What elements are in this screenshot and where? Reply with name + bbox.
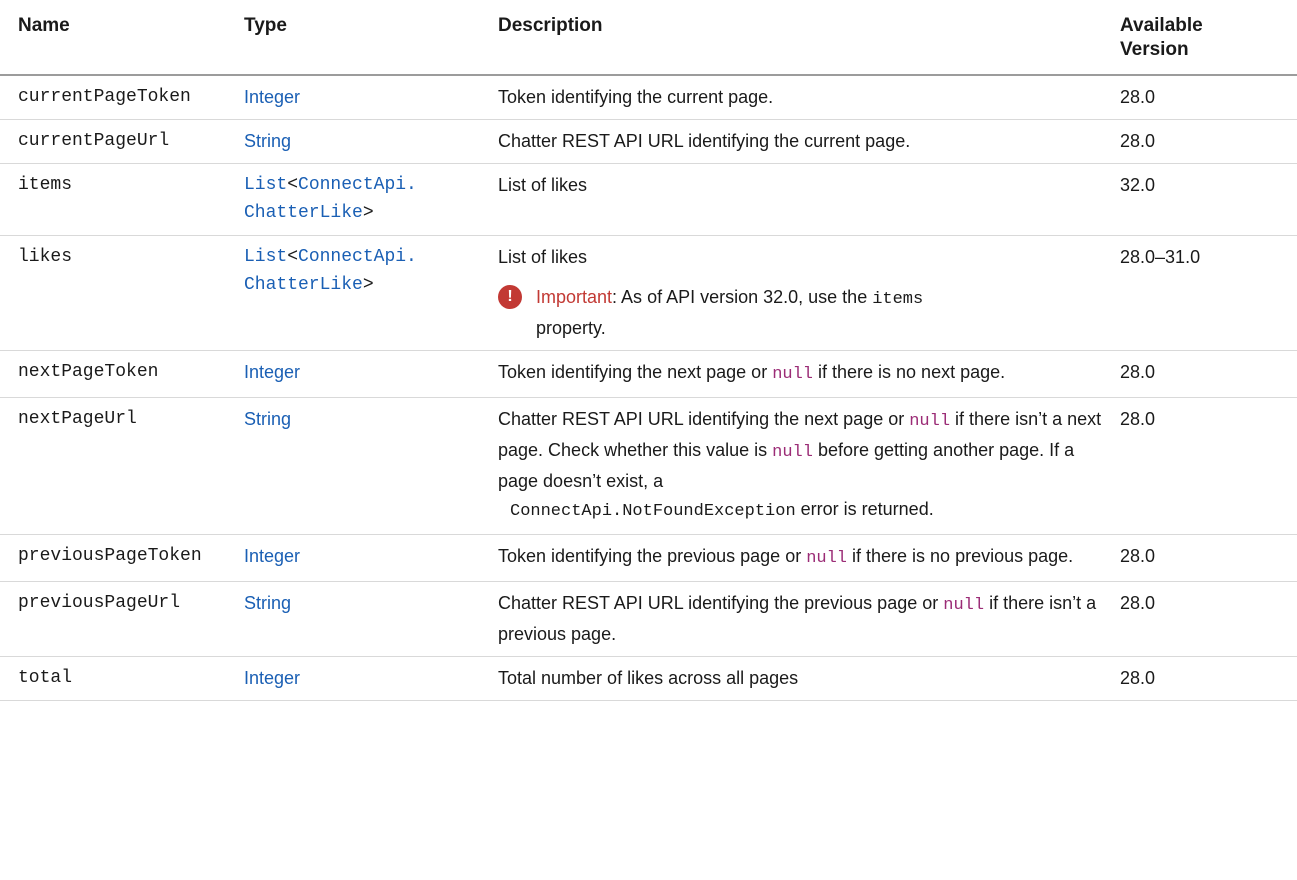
important-note: ! Important: As of API version 32.0, use… bbox=[498, 283, 1104, 342]
property-description: Token identifying the previous page or n… bbox=[482, 534, 1112, 582]
type-link-list[interactable]: List bbox=[244, 247, 287, 267]
important-text-end: property. bbox=[536, 318, 606, 338]
type-angle-close: > bbox=[362, 203, 374, 223]
type-link[interactable]: Integer bbox=[244, 362, 300, 382]
property-description: Chatter REST API URL identifying the pre… bbox=[482, 581, 1112, 657]
type-link[interactable]: Integer bbox=[244, 546, 300, 566]
description-text: error is returned. bbox=[795, 499, 934, 519]
property-type: String bbox=[226, 581, 482, 657]
property-name: currentPageToken bbox=[0, 75, 226, 120]
type-angle-open: < bbox=[287, 175, 299, 195]
header-description: Description bbox=[482, 0, 1112, 76]
property-type: Integer bbox=[226, 534, 482, 582]
type-link[interactable]: Integer bbox=[244, 87, 300, 107]
property-description: Total number of likes across all pages bbox=[482, 656, 1112, 701]
property-version: 28.0 bbox=[1112, 397, 1297, 535]
type-angle-close: > bbox=[362, 275, 374, 295]
type-link-connectapi[interactable]: ConnectApi. bbox=[298, 175, 417, 195]
property-version: 28.0 bbox=[1112, 75, 1297, 120]
null-code: null bbox=[772, 443, 813, 462]
table-header-row: Name Type Description Available Version bbox=[0, 0, 1297, 76]
table-row: previousPageToken Integer Token identify… bbox=[0, 534, 1297, 582]
property-name: total bbox=[0, 656, 226, 701]
property-type: Integer bbox=[226, 350, 482, 398]
type-link[interactable]: String bbox=[244, 409, 291, 429]
property-type: Integer bbox=[226, 656, 482, 701]
null-code: null bbox=[909, 412, 951, 431]
property-version: 28.0 bbox=[1112, 350, 1297, 398]
table-row: likes List<ConnectApi. ChatterLike> List … bbox=[0, 235, 1297, 351]
description-text: if there is no previous page. bbox=[847, 546, 1074, 566]
property-name: currentPageUrl bbox=[0, 119, 226, 164]
important-text: : As of API version 32.0, use the bbox=[612, 287, 873, 307]
property-description: Token identifying the current page. bbox=[482, 75, 1112, 120]
type-link[interactable]: Integer bbox=[244, 668, 300, 688]
table-row: nextPageUrl String Chatter REST API URL … bbox=[0, 397, 1297, 535]
table-row: nextPageToken Integer Token identifying … bbox=[0, 350, 1297, 398]
property-type: String bbox=[226, 119, 482, 164]
type-link-connectapi[interactable]: ConnectApi. bbox=[298, 247, 417, 267]
null-code: null bbox=[943, 596, 985, 615]
type-link-list[interactable]: List bbox=[244, 175, 287, 195]
description-text: List of likes bbox=[498, 247, 588, 267]
property-name: nextPageToken bbox=[0, 350, 226, 398]
type-link[interactable]: String bbox=[244, 593, 291, 613]
header-available-version: Available Version bbox=[1112, 0, 1297, 76]
property-type: List<ConnectApi. ChatterLike> bbox=[226, 163, 482, 236]
description-text: Token identifying the next page or bbox=[498, 362, 773, 382]
property-name: likes bbox=[0, 235, 226, 351]
property-name: previousPageToken bbox=[0, 534, 226, 582]
warning-circle-icon: ! bbox=[498, 285, 522, 309]
property-version: 28.0 bbox=[1112, 581, 1297, 657]
property-name: items bbox=[0, 163, 226, 236]
header-name: Name bbox=[0, 0, 226, 76]
table-row: currentPageUrl String Chatter REST API U… bbox=[0, 119, 1297, 164]
type-link[interactable]: String bbox=[244, 131, 291, 151]
description-text: Chatter REST API URL identifying the nex… bbox=[498, 409, 910, 429]
property-version: 32.0 bbox=[1112, 163, 1297, 236]
header-version-line2: Version bbox=[1120, 39, 1189, 60]
property-type: String bbox=[226, 397, 482, 535]
property-description: List of likes ! Important: As of API ver… bbox=[482, 235, 1112, 351]
property-type: Integer bbox=[226, 75, 482, 120]
exception-code: ConnectApi.NotFoundException bbox=[510, 502, 796, 521]
property-description: List of likes bbox=[482, 163, 1112, 236]
property-name: previousPageUrl bbox=[0, 581, 226, 657]
description-text: if there is no next page. bbox=[813, 362, 1006, 382]
table-row: items List<ConnectApi. ChatterLike> List … bbox=[0, 163, 1297, 236]
important-body: Important: As of API version 32.0, use t… bbox=[536, 283, 923, 342]
property-description: Token identifying the next page or null … bbox=[482, 350, 1112, 398]
null-code: null bbox=[806, 549, 848, 568]
type-angle-open: < bbox=[287, 247, 299, 267]
type-link-chatterlike[interactable]: ChatterLike bbox=[244, 275, 363, 295]
type-link-chatterlike[interactable]: ChatterLike bbox=[244, 203, 363, 223]
description-text: Chatter REST API URL identifying the pre… bbox=[498, 593, 944, 613]
properties-table: Name Type Description Available Version c… bbox=[0, 0, 1297, 701]
property-version: 28.0 bbox=[1112, 534, 1297, 582]
property-version: 28.0–31.0 bbox=[1112, 235, 1297, 351]
important-label: Important bbox=[536, 287, 613, 307]
important-code: items bbox=[872, 290, 924, 309]
property-name: nextPageUrl bbox=[0, 397, 226, 535]
table-row: previousPageUrl String Chatter REST API … bbox=[0, 581, 1297, 657]
property-version: 28.0 bbox=[1112, 656, 1297, 701]
header-type: Type bbox=[226, 0, 482, 76]
property-type: List<ConnectApi. ChatterLike> bbox=[226, 235, 482, 351]
header-version-line1: Available bbox=[1120, 15, 1203, 36]
null-code: null bbox=[772, 365, 813, 384]
table-row: currentPageToken Integer Token identifyi… bbox=[0, 75, 1297, 120]
table-row: total Integer Total number of likes acro… bbox=[0, 656, 1297, 701]
property-description: Chatter REST API URL identifying the nex… bbox=[482, 397, 1112, 535]
property-version: 28.0 bbox=[1112, 119, 1297, 164]
description-text: Token identifying the previous page or bbox=[498, 546, 807, 566]
property-description: Chatter REST API URL identifying the cur… bbox=[482, 119, 1112, 164]
